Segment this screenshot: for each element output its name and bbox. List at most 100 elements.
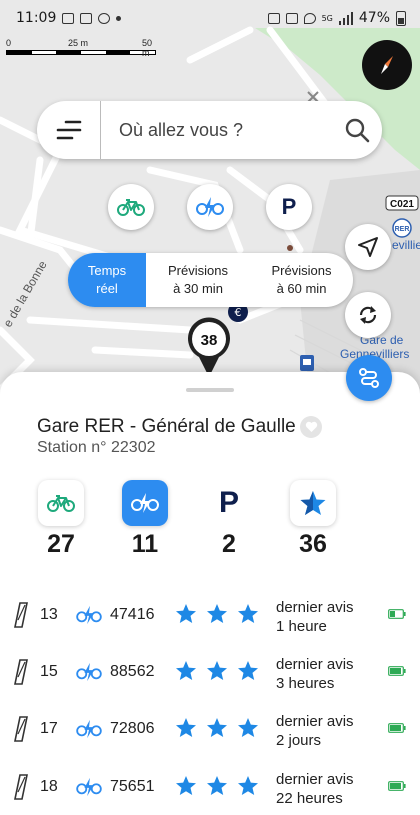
svg-text:€: € (235, 306, 242, 319)
counter-mechanical-bikes: 27 (37, 480, 85, 559)
mute-icon (285, 12, 298, 24)
star-icon (238, 661, 258, 680)
mechanical-bike-count: 27 (47, 530, 75, 558)
last-review: dernier avis 3 heures (276, 656, 354, 692)
scale-label-0: 0 (6, 38, 12, 48)
bike-id: 47416 (110, 606, 155, 623)
counter-rating: 36 (289, 480, 337, 559)
alarm-icon (267, 12, 280, 24)
route-button[interactable] (346, 355, 392, 401)
tab-forecast-60[interactable]: Prévisions à 60 min (250, 253, 353, 307)
station-sheet[interactable]: Gare RER - Général de Gaulle Station n° … (0, 372, 420, 815)
signal-icon (338, 11, 353, 25)
scale-label-25: 25 m (68, 38, 89, 48)
scale-label-50: 50 m (142, 38, 153, 58)
parking-count: 2 (222, 530, 236, 558)
refresh-icon (359, 306, 377, 324)
last-review: dernier avis 22 heures (276, 771, 354, 807)
electric-bike-count: 11 (131, 530, 159, 558)
location-icon (303, 12, 316, 24)
star-icon (238, 776, 258, 795)
station-number: Station n° 22302 (37, 439, 156, 456)
bike-icon (117, 199, 145, 216)
battery-level-icon (388, 609, 406, 619)
electric-bike-icon (76, 719, 102, 739)
bike-id: 72806 (110, 720, 155, 737)
electric-bike-icon (76, 605, 102, 625)
status-bar: 11:09 5G 47% (0, 0, 420, 36)
parking-icon: P (218, 486, 239, 519)
rer-label: RER (395, 226, 410, 233)
star-icon (300, 491, 326, 515)
search-icon (345, 118, 370, 143)
star-icon (176, 718, 196, 737)
menu-icon (56, 120, 81, 140)
last-review: dernier avis 1 heure (276, 599, 354, 635)
more-notifications-icon (116, 15, 122, 21)
notification-icon (98, 12, 111, 24)
map-view[interactable]: C021 RER evillie Gare de Gennevilliers e… (0, 0, 420, 400)
dock-number: 17 (40, 720, 58, 737)
electric-bike-icon (131, 493, 159, 513)
star-icon (176, 776, 196, 795)
last-review: dernier avis 2 jours (276, 713, 354, 749)
bike-id: 75651 (110, 778, 155, 795)
counter-electric-bikes: 11 (121, 480, 169, 559)
sheet-handle[interactable] (186, 388, 234, 392)
counter-parking: P 2 (205, 480, 253, 559)
star-icon (207, 718, 227, 737)
bike-row[interactable]: 18 75651 dernier avis 22 heures (0, 771, 420, 815)
route-icon (359, 368, 379, 388)
filter-parking-button[interactable]: P (266, 184, 312, 230)
dock-icon (14, 659, 28, 685)
electric-bike-icon (76, 662, 102, 682)
bike-icon (47, 495, 75, 512)
parking-tile: P (206, 480, 252, 526)
battery-icon (396, 10, 406, 26)
dock-number: 13 (40, 606, 58, 623)
bike-row[interactable]: 17 72806 dernier avis 2 jours (0, 713, 420, 758)
dock-icon (14, 774, 28, 800)
favorite-button[interactable] (300, 416, 322, 438)
electric-bike-icon (76, 777, 102, 797)
compass-button[interactable] (362, 40, 412, 90)
menu-button[interactable] (37, 101, 101, 159)
notification-icon (80, 12, 93, 24)
star-icon (238, 718, 258, 737)
road-code-label: C021 (390, 199, 414, 210)
bike-row[interactable]: 15 88562 dernier avis 3 heures (0, 656, 420, 701)
electric-bike-tile (122, 480, 168, 526)
bike-id: 88562 (110, 663, 155, 680)
rating-count: 36 (299, 530, 327, 558)
dock-icon (14, 716, 28, 742)
star-icon (207, 661, 227, 680)
battery-level-icon (388, 666, 406, 676)
network-type: 5G (321, 13, 333, 23)
search-input[interactable]: Où allez vous ? (101, 120, 332, 141)
dock-number: 18 (40, 778, 58, 795)
marker-count: 38 (200, 331, 218, 349)
tab-forecast-30[interactable]: Prévisions à 30 min (146, 253, 250, 307)
filter-electric-bike-button[interactable] (187, 184, 233, 230)
dock-icon (14, 602, 28, 628)
compass-icon (381, 56, 393, 74)
status-time: 11:09 (16, 10, 57, 26)
forecast-toggle[interactable]: Temps réel Prévisions à 30 min Prévision… (68, 253, 353, 307)
station-marker[interactable]: 38 (186, 317, 232, 379)
map-label-villiers: evillie (392, 238, 420, 252)
battery-percent: 47% (358, 10, 390, 26)
battery-level-icon (388, 723, 406, 733)
electric-bike-icon (196, 197, 224, 217)
bike-row[interactable]: 13 47416 dernier avis 1 heure (0, 599, 420, 644)
tab-realtime[interactable]: Temps réel (68, 253, 146, 307)
filter-mechanical-bike-button[interactable] (108, 184, 154, 230)
parking-icon: P (281, 194, 297, 219)
navigation-arrow-icon (358, 237, 378, 257)
refresh-button[interactable] (345, 292, 391, 338)
search-bar[interactable]: Où allez vous ? (37, 101, 382, 159)
locate-me-button[interactable] (345, 224, 391, 270)
search-button[interactable] (332, 117, 382, 143)
notification-icon (62, 12, 75, 24)
star-icon (207, 776, 227, 795)
map-scale: 0 25 m 50 m (6, 38, 156, 58)
